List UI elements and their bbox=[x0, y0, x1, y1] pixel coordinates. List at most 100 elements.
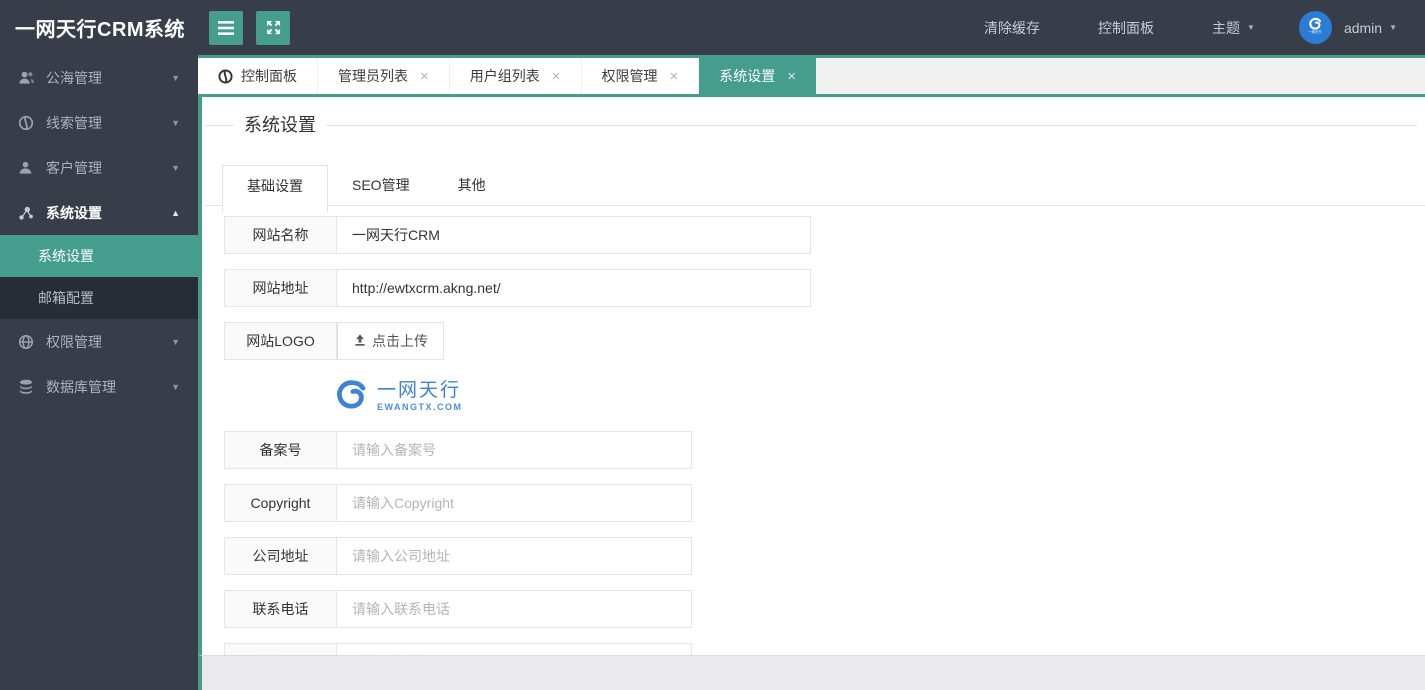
sidebar-subitem-mail-config[interactable]: 邮箱配置 bbox=[0, 277, 198, 319]
caret-down-icon: ▼ bbox=[1389, 23, 1397, 32]
theme-label: 主题 bbox=[1212, 19, 1241, 36]
sidebar-item-label: 系统设置 bbox=[46, 204, 102, 221]
main-area: 控制面板 管理员列表 × 用户组列表 × 权限管理 × 系统设置 × 系统设置 … bbox=[198, 55, 1425, 690]
field-icp-number: 备案号 bbox=[224, 431, 692, 469]
field-site-name: 网站名称 bbox=[224, 216, 811, 254]
upload-icon bbox=[353, 333, 367, 350]
site-name-input[interactable] bbox=[337, 217, 810, 253]
sidebar-item-customers[interactable]: 客户管理 ▼ bbox=[0, 145, 198, 190]
logo-text: 一网天行 bbox=[377, 379, 462, 401]
sidebar-item-label: 客户管理 bbox=[46, 159, 102, 176]
app-title: 一网天行CRM系统 bbox=[15, 19, 186, 41]
field-site-logo: 网站LOGO 点击上传 bbox=[224, 322, 444, 360]
database-icon bbox=[18, 378, 35, 395]
site-logo-preview: 一网天行 EWANGTX.COM bbox=[334, 375, 463, 417]
nodes-icon bbox=[18, 204, 35, 221]
chevron-down-icon: ▼ bbox=[171, 72, 180, 83]
sidebar-item-public-pool[interactable]: 公海管理 ▼ bbox=[0, 55, 198, 100]
settings-form: 网站名称 网站地址 网站LOGO 点击上传 bbox=[224, 216, 1425, 681]
avatar-label: 一网天行 bbox=[1308, 29, 1323, 34]
chevron-down-icon: ▼ bbox=[171, 117, 180, 128]
clear-cache-link[interactable]: 清除缓存 bbox=[984, 18, 1040, 38]
fullscreen-icon bbox=[266, 20, 281, 35]
field-label: 网站名称 bbox=[225, 217, 337, 253]
chevron-down-icon: ▼ bbox=[171, 336, 180, 347]
sidebar-item-label: 权限管理 bbox=[46, 333, 102, 350]
logo-swirl-icon bbox=[334, 378, 370, 415]
user-menu[interactable]: admin ▼ bbox=[1344, 20, 1397, 36]
caret-down-icon: ▼ bbox=[1247, 23, 1255, 32]
sidebar-subitem-label: 系统设置 bbox=[38, 248, 94, 264]
app-header: 一网天行CRM系统 清除缓存 控制面板 主题 ▼ 一网天行 admin ▼ bbox=[0, 0, 1425, 55]
tab-permissions[interactable]: 权限管理 × bbox=[581, 58, 700, 94]
close-icon[interactable]: × bbox=[552, 69, 561, 84]
chevron-down-icon: ▼ bbox=[171, 381, 180, 392]
sidebar: 公海管理 ▼ 线索管理 ▼ 客户管理 ▼ 系统设置 ▲ 系统设置 邮箱配置 权限… bbox=[0, 55, 198, 690]
control-panel-link[interactable]: 控制面板 bbox=[1098, 18, 1154, 38]
upload-button[interactable]: 点击上传 bbox=[337, 323, 443, 359]
close-icon[interactable]: × bbox=[420, 69, 429, 84]
close-icon[interactable]: × bbox=[787, 69, 796, 84]
tab-dashboard[interactable]: 控制面板 bbox=[198, 58, 318, 94]
field-label: 网站LOGO bbox=[225, 323, 337, 359]
sidebar-subitem-label: 邮箱配置 bbox=[38, 290, 94, 306]
sidebar-item-leads[interactable]: 线索管理 ▼ bbox=[0, 100, 198, 145]
sidebar-item-label: 公海管理 bbox=[46, 69, 102, 86]
fullscreen-button[interactable] bbox=[256, 10, 290, 45]
field-site-url: 网站地址 bbox=[224, 269, 811, 307]
tab-other[interactable]: 其他 bbox=[434, 165, 510, 205]
settings-tabs: 基础设置 SEO管理 其他 bbox=[206, 165, 1425, 212]
tab-admin-list[interactable]: 管理员列表 × bbox=[318, 58, 450, 94]
sidebar-toggle-button[interactable] bbox=[209, 10, 243, 45]
field-label: Copyright bbox=[225, 485, 337, 521]
sidebar-item-label: 线索管理 bbox=[46, 114, 102, 131]
sidebar-item-database[interactable]: 数据库管理 ▼ bbox=[0, 364, 198, 409]
field-company-address: 公司地址 bbox=[224, 537, 692, 575]
globe-icon bbox=[18, 333, 35, 350]
field-label: 网站地址 bbox=[225, 270, 337, 306]
user-avatar[interactable]: 一网天行 bbox=[1298, 11, 1332, 44]
logo-swirl-icon bbox=[1308, 17, 1323, 31]
sidebar-item-system-settings[interactable]: 系统设置 ▲ bbox=[0, 190, 198, 235]
field-label: 公司地址 bbox=[225, 538, 337, 574]
users-icon bbox=[18, 69, 35, 86]
user-icon bbox=[18, 159, 35, 176]
sidebar-submenu: 系统设置 邮箱配置 bbox=[0, 235, 198, 319]
chevron-up-icon: ▲ bbox=[171, 207, 180, 218]
field-label: 联系电话 bbox=[225, 591, 337, 627]
tab-user-groups[interactable]: 用户组列表 × bbox=[449, 58, 582, 94]
field-label: 备案号 bbox=[225, 432, 337, 468]
site-url-input[interactable] bbox=[337, 270, 810, 306]
chevron-down-icon: ▼ bbox=[171, 162, 180, 173]
tab-label: 管理员列表 bbox=[338, 68, 408, 84]
logo-text-block: 一网天行 EWANGTX.COM bbox=[377, 380, 463, 413]
tab-label: 系统设置 bbox=[719, 68, 776, 84]
theme-dropdown[interactable]: 主题 ▼ bbox=[1212, 18, 1255, 38]
company-address-input[interactable] bbox=[337, 538, 691, 574]
close-icon[interactable]: × bbox=[670, 69, 679, 84]
tab-label: 用户组列表 bbox=[469, 68, 540, 84]
field-copyright: Copyright bbox=[224, 484, 692, 522]
icp-number-input[interactable] bbox=[337, 432, 691, 468]
username: admin bbox=[1343, 19, 1383, 36]
tab-label: 权限管理 bbox=[601, 68, 658, 84]
sidebar-subitem-system-settings[interactable]: 系统设置 bbox=[0, 235, 198, 277]
footer: 2020 © 一网天行CRM系统 bbox=[198, 655, 1425, 690]
sidebar-item-label: 数据库管理 bbox=[46, 378, 116, 395]
sidebar-item-permissions[interactable]: 权限管理 ▼ bbox=[0, 319, 198, 364]
open-tabs-bar: 控制面板 管理员列表 × 用户组列表 × 权限管理 × 系统设置 × bbox=[198, 55, 1425, 97]
page-title-block: 系统设置 bbox=[206, 107, 1417, 143]
content-panel: 系统设置 基础设置 SEO管理 其他 网站名称 网站地址 网站LOGO bbox=[198, 97, 1425, 690]
contact-phone-input[interactable] bbox=[337, 591, 691, 627]
field-contact-phone: 联系电话 bbox=[224, 590, 692, 628]
tab-seo[interactable]: SEO管理 bbox=[328, 165, 434, 205]
globe-icon bbox=[218, 68, 233, 84]
compass-icon bbox=[18, 114, 35, 131]
tab-label: 控制面板 bbox=[241, 68, 297, 84]
copyright-input[interactable] bbox=[337, 485, 691, 521]
hamburger-icon bbox=[218, 20, 234, 35]
tab-basic-settings[interactable]: 基础设置 bbox=[222, 165, 328, 212]
tab-system-settings[interactable]: 系统设置 × bbox=[699, 58, 818, 94]
logo-subtext: EWANGTX.COM bbox=[377, 401, 463, 412]
upload-button-label: 点击上传 bbox=[372, 333, 428, 349]
